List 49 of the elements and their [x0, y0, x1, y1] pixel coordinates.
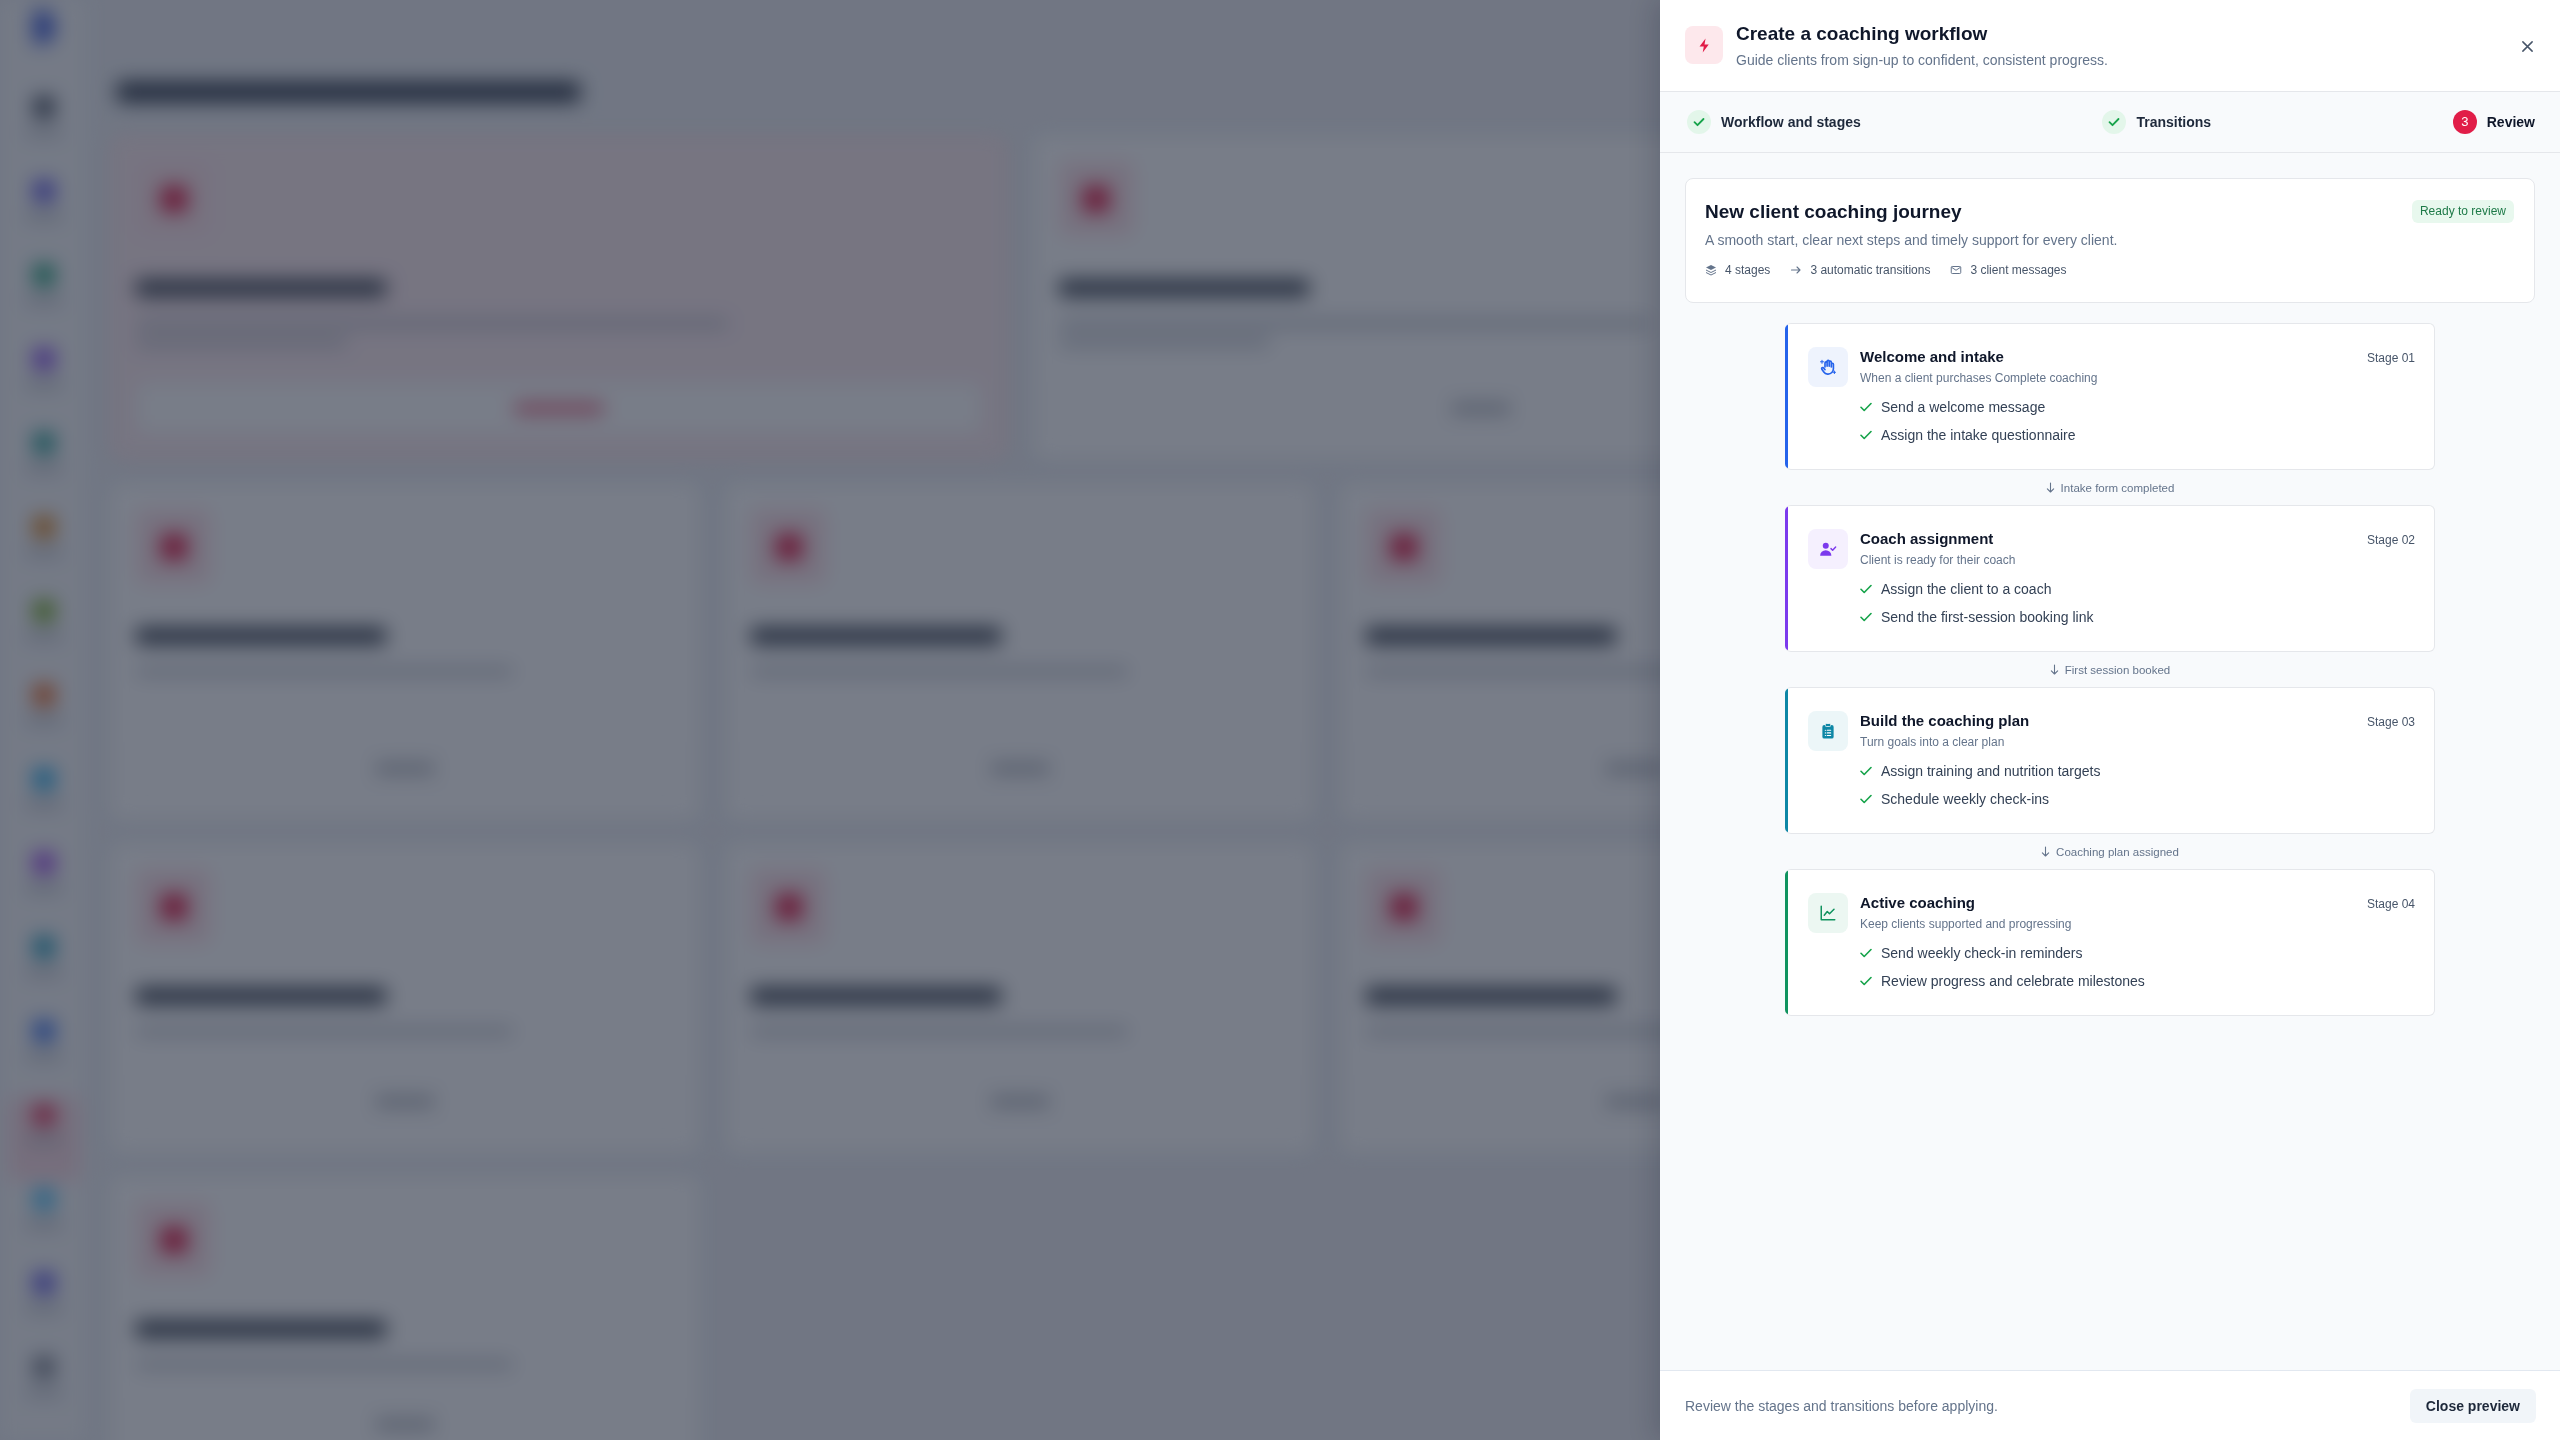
task-text: Send the first-session booking link: [1881, 608, 2094, 627]
footer-note: Review the stages and transitions before applying.: [1685, 1397, 1998, 1414]
task-text: Schedule weekly check-ins: [1881, 790, 2050, 809]
step-label: Transitions: [2136, 114, 2212, 130]
task-text: Assign the intake questionnaire: [1881, 426, 2076, 445]
stage-title: Active coaching: [1860, 893, 1976, 913]
arrow-down-icon: [2045, 482, 2055, 493]
transition-label: First session booked: [2064, 663, 2171, 676]
stage-title: Build the coaching plan: [1860, 711, 2030, 731]
journey-title: New client coaching journey: [1705, 200, 1962, 224]
close-preview-button[interactable]: Close preview: [2409, 1388, 2536, 1423]
user-check-icon: [1808, 529, 1848, 569]
arrow-down-icon: [2041, 846, 2051, 857]
close-icon: [2520, 39, 2534, 53]
stage-title: Welcome and intake: [1860, 347, 2004, 367]
clipboard-icon: [1808, 711, 1848, 751]
task-text: Assign the client to a coach: [1881, 580, 2052, 599]
panel-title: Create a coaching workflow: [1736, 22, 1989, 46]
layers-icon: [1705, 264, 1717, 276]
stage-title: Coach assignment: [1860, 529, 1994, 549]
lightning-icon: [1685, 26, 1723, 64]
stage-number-label: Stage 01: [2366, 351, 2415, 365]
stage-trigger: Client is ready for their coach: [1860, 552, 2017, 568]
task-text: Assign training and nutrition targets: [1881, 762, 2101, 781]
journey-description: A smooth start, clear next steps and timely support for every client.: [1705, 231, 2119, 249]
summary-stat: 3 client messages: [1970, 262, 2067, 278]
arrow-right-icon: [1790, 264, 1803, 276]
stage-number-label: Stage 04: [2366, 897, 2415, 911]
summary-stat: 3 automatic transitions: [1810, 262, 1931, 278]
status-badge: Ready to review: [2411, 200, 2514, 223]
hand-icon: [1808, 347, 1848, 387]
task-text: Send a welcome message: [1881, 398, 2046, 417]
stage-trigger: Turn goals into a clear plan: [1860, 734, 2006, 750]
stage-trigger: Keep clients supported and progressing: [1860, 916, 2073, 932]
step-number: 3: [2452, 110, 2477, 134]
stage-number-label: Stage 02: [2366, 533, 2415, 547]
task-text: Review progress and celebrate milestones: [1881, 972, 2145, 991]
arrow-down-icon: [2049, 664, 2059, 675]
stage-trigger: When a client purchases Complete coaching: [1860, 370, 2099, 386]
summary-stat: 4 stages: [1725, 262, 1771, 278]
panel-subtitle: Guide clients from sign-up to confident, consistent progress.: [1736, 51, 2109, 69]
step-label: Workflow and stages: [1721, 114, 1861, 130]
envelope-icon: [1950, 264, 1963, 276]
line-chart-icon: [1808, 893, 1848, 933]
stage-number-label: Stage 03: [2366, 715, 2415, 729]
step-label: Review: [2486, 114, 2535, 130]
transition-label: Intake form completed: [2060, 481, 2175, 494]
transition-label: Coaching plan assigned: [2056, 845, 2179, 858]
task-text: Send weekly check-in reminders: [1881, 944, 2083, 963]
